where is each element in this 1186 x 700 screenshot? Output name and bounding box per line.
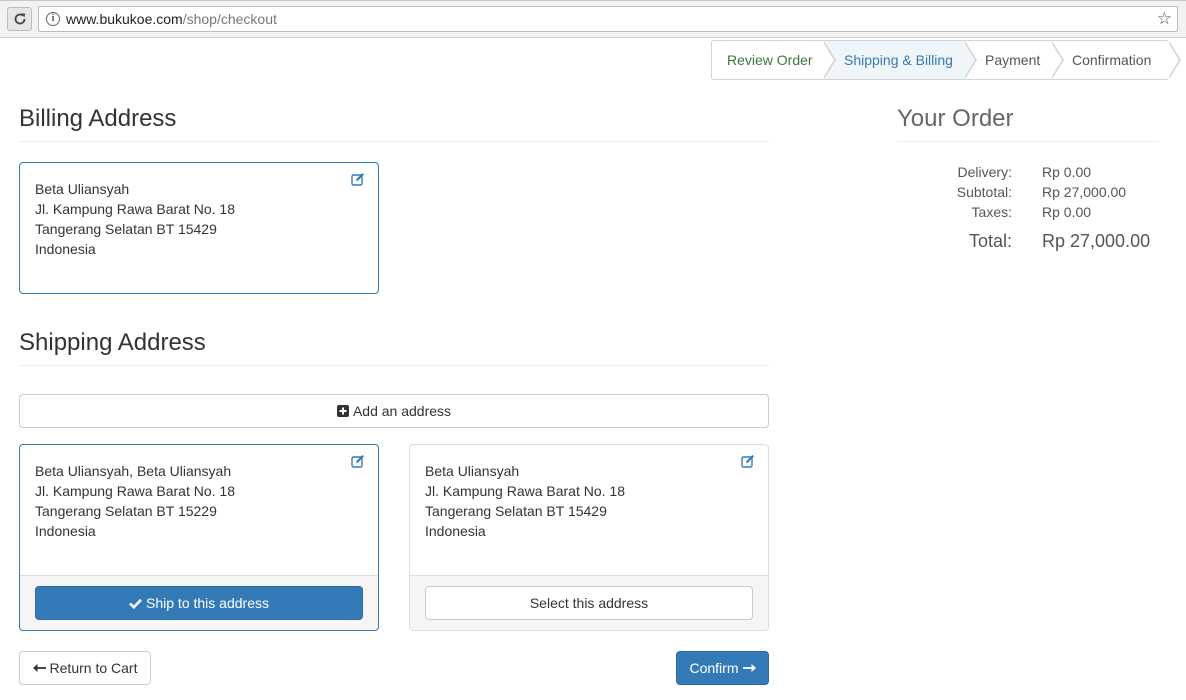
url-host: www.bukukoe.com: [66, 11, 183, 27]
address-line: Jl. Kampung Rawa Barat No. 18: [35, 201, 235, 217]
edit-icon[interactable]: [351, 454, 365, 468]
divider: [897, 141, 1159, 142]
shipping-address-card-2: Beta Uliansyah Jl. Kampung Rawa Barat No…: [409, 444, 769, 631]
ship-to-address-label: Ship to this address: [146, 595, 269, 611]
total-value: Rp 27,000.00: [1042, 231, 1151, 251]
select-address-label: Select this address: [529, 595, 649, 611]
check-icon: [129, 598, 142, 610]
summary-label: Subtotal:: [956, 184, 1012, 200]
address-line: Tangerang Selatan BT 15229: [35, 503, 217, 519]
summary-label: Taxes:: [971, 204, 1012, 220]
shipping-address-text: Beta Uliansyah, Beta Uliansyah Jl. Kampu…: [35, 461, 235, 541]
chevron-right-icon: [1051, 41, 1064, 79]
reload-button[interactable]: [7, 7, 32, 31]
total-label: Total:: [968, 231, 1012, 251]
confirm-button[interactable]: Confirm: [676, 651, 769, 685]
reload-icon: [14, 13, 25, 25]
info-icon[interactable]: i: [46, 12, 60, 26]
shipping-address-card-1: Beta Uliansyah, Beta Uliansyah Jl. Kampu…: [19, 444, 379, 631]
tab-strip-line: [0, 0, 1186, 1]
ship-to-address-button[interactable]: Ship to this address: [35, 586, 363, 620]
add-address-label: Add an address: [352, 403, 452, 419]
address-line: Indonesia: [35, 523, 96, 539]
billing-address-card: Beta Uliansyah Jl. Kampung Rawa Barat No…: [19, 162, 379, 294]
arrow-left-icon: [32, 664, 46, 672]
card-footer: Ship to this address: [20, 575, 378, 630]
edit-icon[interactable]: [741, 454, 755, 468]
return-to-cart-label: Return to Cart: [49, 660, 138, 676]
wizard-step-review-order[interactable]: Review Order: [712, 41, 836, 79]
address-line: Jl. Kampung Rawa Barat No. 18: [425, 483, 625, 499]
address-line: Tangerang Selatan BT 15429: [425, 503, 607, 519]
address-line: Jl. Kampung Rawa Barat No. 18: [35, 483, 235, 499]
bookmark-star-icon[interactable]: ☆: [1157, 9, 1172, 29]
wizard-step-label: Payment: [985, 52, 1041, 68]
chevron-right-icon: [823, 41, 836, 79]
address-line: Beta Uliansyah: [425, 463, 520, 479]
checkout-progress: Review Order Shipping & Billing Payment …: [711, 40, 1181, 80]
wizard-step-label: Review Order: [727, 52, 813, 68]
wizard-step-confirmation: Confirmation: [1052, 41, 1181, 79]
address-line: Beta Uliansyah: [35, 181, 130, 197]
wizard-step-payment: Payment: [965, 41, 1064, 79]
arrow-right-icon: [742, 664, 756, 672]
divider: [19, 141, 769, 142]
url-path: /shop/checkout: [182, 11, 277, 27]
billing-address-heading: Billing Address: [19, 105, 177, 132]
shipping-address-text: Beta Uliansyah Jl. Kampung Rawa Barat No…: [425, 461, 625, 541]
shipping-address-heading: Shipping Address: [19, 329, 206, 356]
browser-toolbar: i www.bukukoe.com/shop/checkout ☆: [0, 0, 1186, 38]
wizard-step-label: Shipping & Billing: [844, 52, 953, 68]
billing-address-text: Beta Uliansyah Jl. Kampung Rawa Barat No…: [35, 179, 235, 259]
summary-value: Rp 0.00: [1042, 204, 1092, 220]
chevron-right-icon: [1168, 41, 1181, 79]
select-address-button[interactable]: Select this address: [425, 586, 753, 620]
plus-square-icon: [336, 405, 349, 417]
edit-icon[interactable]: [351, 172, 365, 186]
card-footer: Select this address: [410, 575, 768, 630]
wizard-step-shipping-billing[interactable]: Shipping & Billing: [824, 41, 977, 79]
address-line: Tangerang Selatan BT 15429: [35, 221, 217, 237]
summary-value: Rp 0.00: [1042, 164, 1092, 180]
wizard-step-label: Confirmation: [1072, 52, 1152, 68]
return-to-cart-button[interactable]: Return to Cart: [19, 651, 151, 685]
summary-value: Rp 27,000.00: [1042, 184, 1127, 200]
your-order-heading: Your Order: [897, 105, 1014, 132]
chevron-right-icon: [964, 41, 977, 79]
address-line: Indonesia: [35, 241, 96, 257]
address-bar[interactable]: i www.bukukoe.com/shop/checkout ☆: [38, 6, 1178, 32]
add-address-button[interactable]: Add an address: [19, 394, 769, 428]
divider: [19, 365, 769, 366]
url-text[interactable]: www.bukukoe.com/shop/checkout: [66, 11, 277, 27]
address-line: Beta Uliansyah, Beta Uliansyah: [35, 463, 232, 479]
confirm-label: Confirm: [689, 660, 739, 676]
summary-label: Delivery:: [957, 164, 1012, 180]
address-line: Indonesia: [425, 523, 486, 539]
